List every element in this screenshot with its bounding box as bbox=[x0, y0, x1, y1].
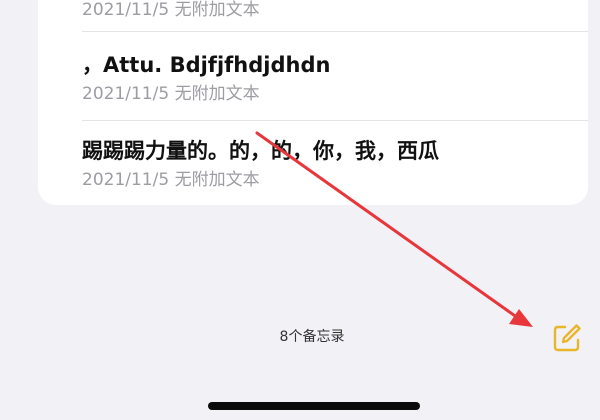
note-meta: 2021/11/5 无附加文本 bbox=[82, 84, 260, 104]
note-title: 踢踢踢力量的。的，的，你，我，西瓜 bbox=[82, 139, 439, 163]
home-indicator[interactable] bbox=[208, 402, 420, 410]
note-item[interactable]: ，Attu. Bdjfjfhdjdhdn 2021/11/5 无附加文本 bbox=[82, 32, 588, 112]
note-title: ，Attu. Bdjfjfhdjdhdn bbox=[82, 53, 331, 77]
note-meta: 2021/11/5 无附加文本 bbox=[82, 170, 260, 190]
note-count-label: 8个备忘录 bbox=[279, 329, 345, 345]
note-item[interactable]: 踢踢踢力量的。的，的，你，我，西瓜 2021/11/5 无附加文本 bbox=[82, 121, 588, 201]
compose-button[interactable] bbox=[551, 322, 583, 354]
notes-screen: 2021/11/5 无附加文本 ，Attu. Bdjfjfhdjdhdn 202… bbox=[0, 0, 600, 420]
compose-note-icon bbox=[553, 324, 581, 352]
notes-list-card: 2021/11/5 无附加文本 ，Attu. Bdjfjfhdjdhdn 202… bbox=[38, 0, 588, 205]
note-meta: 2021/11/5 无附加文本 bbox=[82, 0, 260, 20]
